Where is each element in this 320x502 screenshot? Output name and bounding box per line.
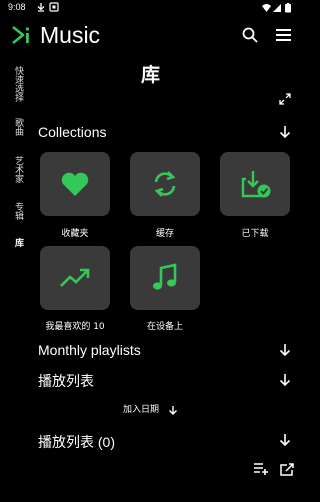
arrow-down-icon[interactable] [278, 125, 292, 139]
system-indicators [261, 3, 295, 16]
heart-icon [61, 172, 89, 196]
arrow-down-icon[interactable] [278, 343, 292, 357]
collection-label-on-device: 在设备上 [146, 322, 183, 332]
collection-tile-cache[interactable] [130, 152, 200, 216]
sidebar-nav: 快速选择 歌曲 艺术家 专辑 库 [0, 60, 30, 270]
signal-icon [273, 4, 281, 12]
menu-icon[interactable] [276, 28, 291, 42]
collection-tile-on-device[interactable] [130, 246, 200, 310]
wifi-icon [262, 4, 271, 12]
music-note-icon [153, 263, 177, 290]
add-to-queue-icon[interactable] [253, 462, 269, 476]
playlists-header[interactable]: 播放列表 [38, 371, 94, 391]
expand-icon[interactable] [279, 93, 291, 105]
sidebar-item-library[interactable]: 库 [5, 238, 23, 247]
collection-label-top-10: 我最喜欢的 10 [45, 322, 105, 332]
sort-control[interactable]: 加入日期 [0, 402, 301, 415]
collection-label-downloaded: 已下载 [241, 229, 269, 239]
sidebar-item-songs[interactable]: 歌曲 [5, 118, 23, 136]
sidebar-item-artists[interactable]: 艺术家 [5, 156, 23, 183]
monthly-playlists-header[interactable]: Monthly playlists [38, 342, 141, 358]
status-bar: 9:08 [0, 0, 301, 16]
collection-tile-favorites[interactable] [40, 152, 110, 216]
collections-header[interactable]: Collections [38, 124, 106, 140]
collection-tile-downloaded[interactable] [220, 152, 290, 216]
status-time: 9:08 [8, 2, 26, 12]
media-status-icon [49, 2, 59, 12]
arrow-down-icon[interactable] [278, 433, 292, 447]
download-status-icon [37, 3, 45, 12]
arrow-down-icon[interactable] [278, 373, 292, 387]
collection-tile-top-10[interactable] [40, 246, 110, 310]
sort-label: 加入日期 [123, 405, 160, 415]
trending-up-icon [60, 268, 90, 287]
sort-arrow-down-icon [168, 405, 177, 415]
app-title: Music [40, 22, 101, 48]
search-icon[interactable] [242, 27, 258, 43]
collection-label-cache: 缓存 [155, 229, 174, 239]
sidebar-item-albums[interactable]: 专辑 [5, 202, 23, 220]
app-logo-icon [12, 25, 29, 45]
collection-label-favorites: 收藏夹 [61, 229, 89, 239]
page-title: 库 [140, 64, 160, 86]
battery-icon [285, 4, 291, 13]
playlists-count-header[interactable]: 播放列表 (0) [38, 432, 115, 452]
sync-icon [154, 171, 176, 197]
app-bar: Music [0, 20, 301, 52]
download-icon [241, 171, 271, 198]
new-playlist-icon[interactable] [279, 462, 295, 476]
